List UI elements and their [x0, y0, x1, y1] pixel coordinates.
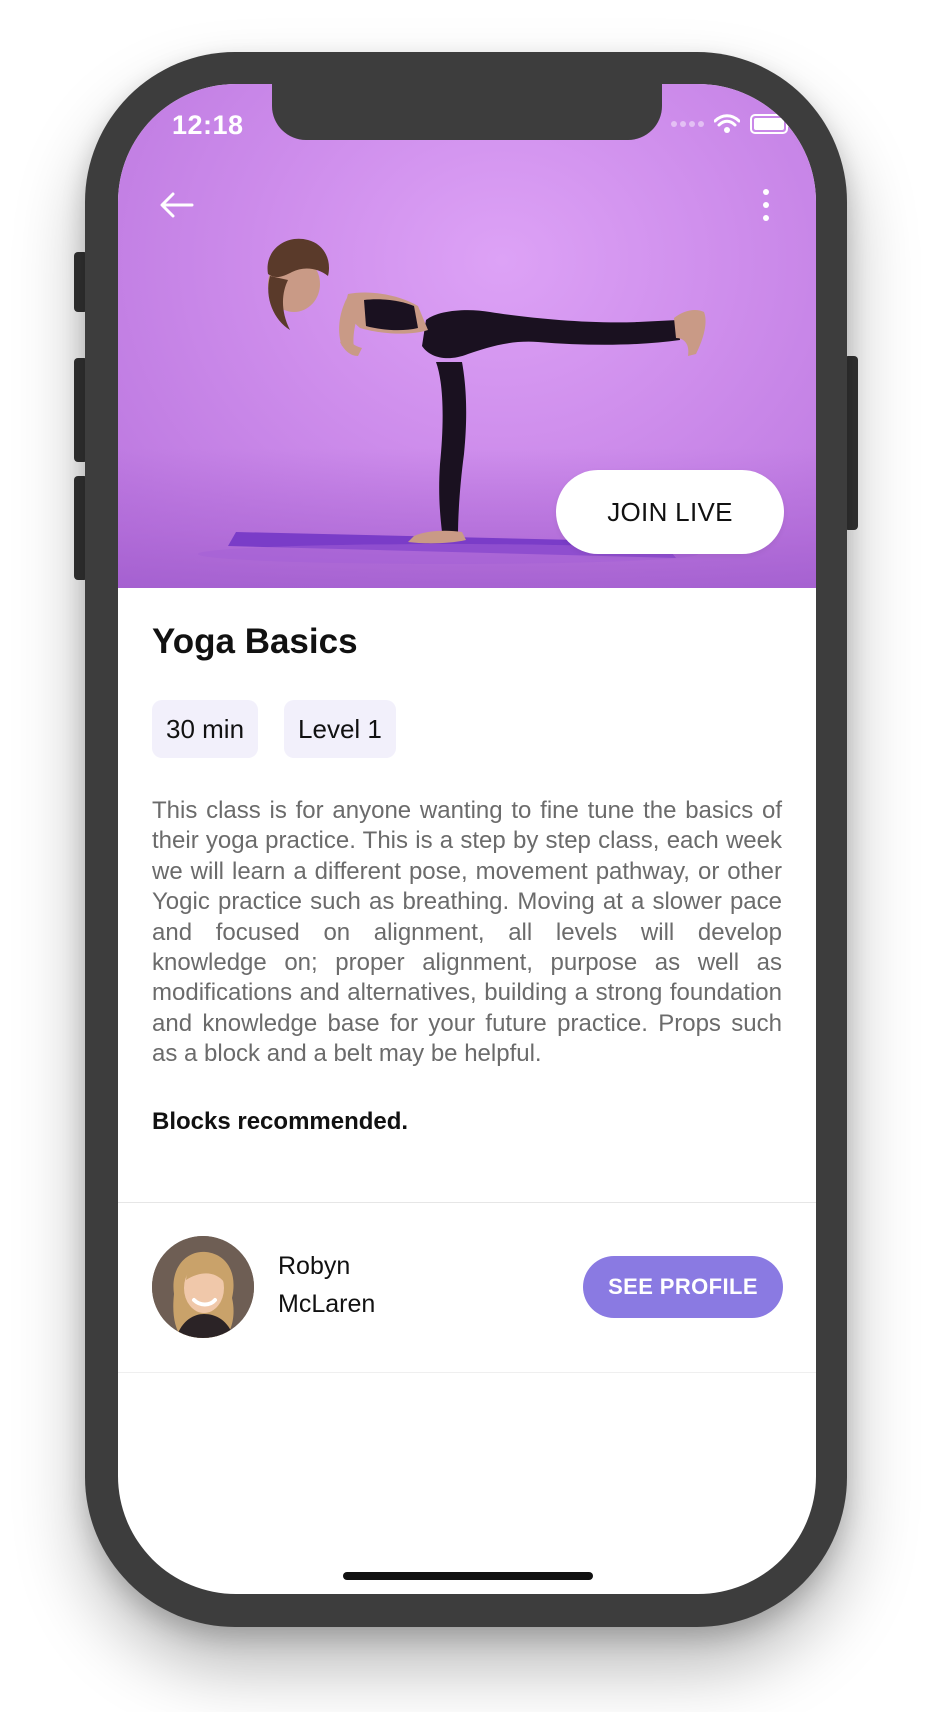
arrow-left-icon	[160, 192, 194, 218]
instructor-first-name[interactable]: Robyn	[278, 1252, 350, 1281]
section-divider-bottom	[118, 1372, 816, 1373]
more-vertical-icon	[763, 189, 769, 221]
duration-tag: 30 min	[152, 700, 259, 758]
class-title: Yoga Basics	[152, 622, 358, 661]
battery-icon	[750, 114, 791, 134]
join-live-button[interactable]: JOIN LIVE	[556, 470, 784, 554]
back-button[interactable]	[156, 184, 198, 226]
instructor-portrait	[152, 1236, 254, 1338]
signal-dots-icon	[671, 121, 704, 127]
instructor-last-name[interactable]: McLaren	[278, 1290, 375, 1319]
device-notch	[272, 84, 662, 140]
section-divider	[118, 1202, 816, 1203]
instructor-avatar	[152, 1236, 254, 1338]
screen: 12:18 JOIN LIVE Yoga Basics 30 min Level…	[118, 84, 816, 1594]
wifi-icon	[714, 114, 740, 133]
device-frame-stage: 12:18 JOIN LIVE Yoga Basics 30 min Level…	[0, 0, 932, 1712]
see-profile-button[interactable]: SEE PROFILE	[583, 1256, 783, 1318]
home-indicator[interactable]	[343, 1572, 593, 1580]
more-options-button[interactable]	[756, 180, 776, 230]
class-description: This class is for anyone wanting to fine…	[152, 797, 782, 1068]
status-icons	[671, 114, 791, 134]
status-time: 12:18	[172, 110, 244, 140]
class-hero-image: 12:18 JOIN LIVE	[118, 84, 816, 588]
class-tags: 30 min Level 1	[152, 700, 396, 758]
level-tag: Level 1	[284, 700, 396, 758]
class-note: Blocks recommended.	[152, 1108, 409, 1135]
